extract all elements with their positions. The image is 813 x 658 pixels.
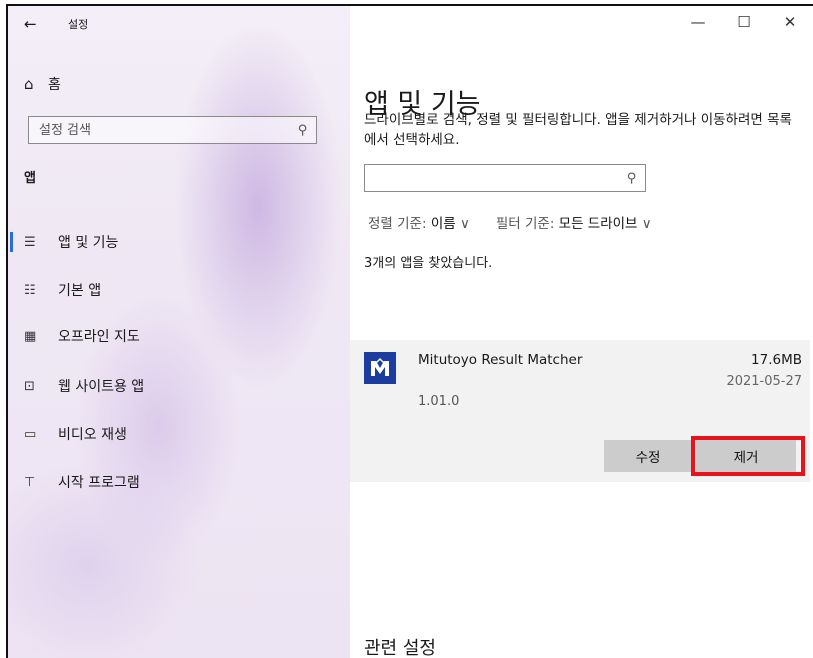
back-arrow-icon[interactable]: ← [24,15,48,33]
app-install-date: 2021-05-27 [726,374,802,389]
search-icon[interactable]: ⚲ [627,171,637,186]
sidebar-item-label: 오프라인 지도 [58,329,140,345]
sidebar-item-label: 비디오 재생 [58,427,127,443]
settings-search[interactable]: ⚲ [28,116,317,144]
sort-label: 정렬 기준: [368,216,431,232]
sidebar-item-default-apps[interactable]: ☷ 기본 앱 [8,270,350,310]
settings-search-input[interactable] [37,121,299,139]
sidebar-item-startup[interactable]: ⊤ 시작 프로그램 [8,462,350,502]
sidebar-item-apps-for-websites[interactable]: ⊡ 웹 사이트용 앱 [8,366,350,406]
app-size: 17.6MB [751,352,802,368]
sidebar-item-offline-maps[interactable]: ▦ 오프라인 지도 [8,316,350,356]
result-count: 3개의 앱을 찾았습니다. [364,256,493,271]
default-apps-icon: ☷ [24,282,36,298]
page-description: 드라이브별로 검색, 정렬 및 필터링합니다. 앱을 제거하거나 이동하려면 목… [364,112,792,148]
sort-dropdown[interactable]: 정렬 기준: 이름 ∨ [368,212,470,232]
app-list-item[interactable]: Mitutoyo Result Matcher 17.6MB 2021-05-2… [350,340,810,482]
video-icon: ▭ [24,426,37,442]
maximize-icon[interactable]: ☐ [721,6,767,38]
window-controls: — ☐ ✕ [675,6,813,38]
sort-filter-row: 정렬 기준: 이름 ∨ 필터 기준: 모든 드라이브 ∨ [368,212,652,232]
home-label: 홈 [48,77,61,93]
modify-button[interactable]: 수정 [604,440,692,472]
app-version: 1.01.0 [418,394,460,409]
minimize-icon[interactable]: — [675,6,721,38]
sidebar-item-label: 시작 프로그램 [58,475,140,491]
sidebar: ← 설정 ⌂ 홈 ⚲ 앱 ☰ 앱 및 기능 ☷ 기본 앱 ▦ 오프라인 지도 ⊡… [8,6,350,658]
home-link[interactable]: ⌂ 홈 [24,74,61,94]
website-app-icon: ⊡ [24,378,35,394]
list-icon: ☰ [24,234,36,250]
search-icon[interactable]: ⚲ [298,123,308,138]
settings-window: ← 설정 ⌂ 홈 ⚲ 앱 ☰ 앱 및 기능 ☷ 기본 앱 ▦ 오프라인 지도 ⊡… [6,4,813,658]
main-content: — ☐ ✕ 앱 및 기능 드라이브별로 검색, 정렬 및 필터링합니다. 앱을 … [350,6,813,658]
sidebar-item-apps-features[interactable]: ☰ 앱 및 기능 [8,222,350,262]
sidebar-item-label: 웹 사이트용 앱 [58,379,145,395]
app-logo-icon [364,352,396,384]
app-search[interactable]: ⚲ [364,164,646,192]
sidebar-item-video-playback[interactable]: ▭ 비디오 재생 [8,414,350,454]
sort-value: 이름 [430,216,456,232]
filter-value: 모든 드라이브 [558,216,638,232]
title-bar: ← 설정 [24,12,88,36]
app-name: Mitutoyo Result Matcher [418,352,583,368]
uninstall-button[interactable]: 제거 [696,440,796,472]
section-heading-apps: 앱 [24,171,36,186]
mitutoyo-logo-icon [367,355,393,381]
related-settings-heading: 관련 설정 [364,638,436,658]
chevron-down-icon: ∨ [459,216,470,232]
close-icon[interactable]: ✕ [767,6,813,38]
chevron-down-icon: ∨ [641,216,652,232]
sidebar-item-label: 앱 및 기능 [58,235,119,251]
sidebar-item-label: 기본 앱 [58,283,102,299]
filter-label: 필터 기준: [495,216,559,232]
window-title: 설정 [68,18,89,31]
startup-icon: ⊤ [24,474,36,490]
filter-dropdown[interactable]: 필터 기준: 모든 드라이브 ∨ [496,212,652,232]
map-icon: ▦ [24,328,37,344]
home-icon: ⌂ [24,75,34,93]
app-search-input[interactable] [373,169,628,187]
